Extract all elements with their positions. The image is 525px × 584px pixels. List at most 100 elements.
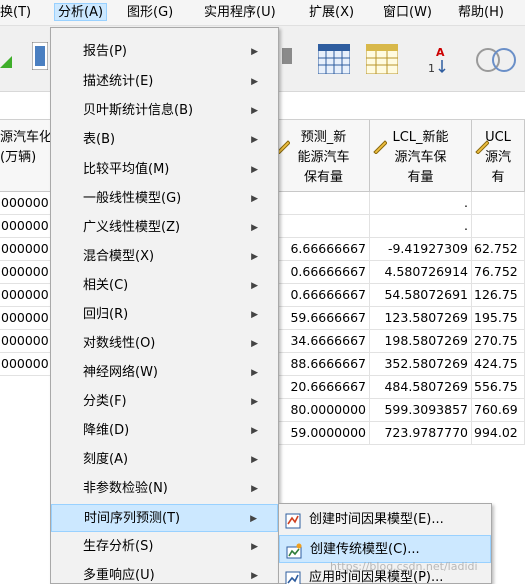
submenu-item-label: 创建时间因果模型(E)... bbox=[309, 512, 444, 527]
menu-item-12[interactable]: 分类(F) ▶ bbox=[51, 388, 278, 416]
table-cell[interactable]: 000000 bbox=[0, 215, 52, 238]
table-cell[interactable]: 000000 bbox=[0, 353, 52, 376]
menu-item-9[interactable]: 回归(R) ▶ bbox=[51, 301, 278, 329]
menu-item-5[interactable]: 一般线性模型(G) ▶ bbox=[51, 185, 278, 213]
menu-item-2[interactable]: 贝叶斯统计信息(B) ▶ bbox=[51, 97, 278, 125]
predicted-cell[interactable]: 0.66666667 bbox=[278, 261, 370, 284]
table-cell[interactable]: 000000 bbox=[0, 307, 52, 330]
menu-graphs[interactable]: 图形(G) bbox=[127, 4, 173, 22]
traditional-model-icon bbox=[286, 542, 302, 559]
lcl-cell[interactable]: 198.5807269 bbox=[370, 330, 472, 353]
predicted-cell[interactable]: 34.6666667 bbox=[278, 330, 370, 353]
menu-item-label: 描述统计(E) bbox=[83, 74, 154, 89]
ucl-cell[interactable] bbox=[472, 192, 525, 215]
menu-item-13[interactable]: 降维(D) ▶ bbox=[51, 417, 278, 445]
lcl-cell[interactable]: 599.3093857 bbox=[370, 399, 472, 422]
submenu-item-0[interactable]: 创建时间因果模型(E)... bbox=[279, 506, 491, 534]
ucl-cell[interactable]: 556.75 bbox=[472, 376, 525, 399]
predicted-cell[interactable]: 6.66666667 bbox=[278, 238, 370, 261]
ucl-cell[interactable]: 126.75 bbox=[472, 284, 525, 307]
lcl-cell[interactable]: -9.41927309 bbox=[370, 238, 472, 261]
lcl-cell[interactable]: 54.58072691 bbox=[370, 284, 472, 307]
menu-transform[interactable]: 换(T) bbox=[0, 4, 31, 22]
submenu-arrow-icon: ▶ bbox=[251, 252, 258, 262]
ucl-cell[interactable]: 270.75 bbox=[472, 330, 525, 353]
predicted-cell[interactable]: 88.6666667 bbox=[278, 353, 370, 376]
menu-item-1[interactable]: 描述统计(E) ▶ bbox=[51, 68, 278, 96]
lcl-cell[interactable]: 123.5807269 bbox=[370, 307, 472, 330]
ucl-cell[interactable]: 424.75 bbox=[472, 353, 525, 376]
menu-item-label: 一般线性模型(G) bbox=[83, 191, 182, 206]
menu-window[interactable]: 窗口(W) bbox=[383, 4, 432, 22]
ucl-cell[interactable]: 994.02 bbox=[472, 422, 525, 445]
menu-item-label: 混合模型(X) bbox=[83, 249, 155, 264]
predicted-cell[interactable] bbox=[278, 192, 370, 215]
menu-item-16[interactable]: 时间序列预测(T) ▶ bbox=[51, 504, 278, 532]
submenu-arrow-icon: ▶ bbox=[251, 194, 258, 204]
grid-table-icon[interactable] bbox=[317, 43, 351, 78]
submenu-arrow-icon: ▶ bbox=[251, 47, 258, 57]
apply-model-icon bbox=[285, 570, 301, 584]
table-cell[interactable]: 000000 bbox=[0, 261, 52, 284]
menu-item-10[interactable]: 对数线性(O) ▶ bbox=[51, 330, 278, 358]
menu-item-3[interactable]: 表(B) ▶ bbox=[51, 126, 278, 154]
predicted-cell[interactable]: 59.0000000 bbox=[278, 422, 370, 445]
lcl-cell[interactable]: 4.580726914 bbox=[370, 261, 472, 284]
menu-analyze[interactable]: 分析(A) bbox=[54, 3, 108, 21]
venn-icon[interactable] bbox=[474, 44, 525, 78]
menu-help[interactable]: 帮助(H) bbox=[458, 4, 504, 22]
lcl-cell[interactable]: . bbox=[370, 215, 472, 238]
table-cell[interactable]: 000000 bbox=[0, 330, 52, 353]
menu-item-0[interactable]: 报告(P) ▶ bbox=[51, 38, 278, 66]
ucl-cell[interactable]: 195.75 bbox=[472, 307, 525, 330]
lcl-cell[interactable]: 723.9787770 bbox=[370, 422, 472, 445]
table-cell[interactable]: 000000 bbox=[0, 192, 52, 215]
predicted-cell[interactable]: 0.66666667 bbox=[278, 284, 370, 307]
data-view-icon[interactable] bbox=[31, 41, 49, 74]
submenu-arrow-icon: ▶ bbox=[251, 542, 258, 552]
submenu-item-1[interactable]: 创建传统模型(C)... bbox=[279, 535, 491, 563]
analyze-dropdown-menu: 报告(P) ▶ 描述统计(E) ▶ 贝叶斯统计信息(B) ▶ 表(B) ▶ 比较平均值(M) ▶ 一… bbox=[50, 27, 279, 584]
predicted-cell[interactable]: 80.0000000 bbox=[278, 399, 370, 422]
column-header-predicted[interactable]: 预测_新 能源汽车 保有量 bbox=[278, 120, 370, 192]
ucl-cell[interactable]: 62.752 bbox=[472, 238, 525, 261]
submenu-arrow-icon: ▶ bbox=[251, 106, 258, 116]
table-cell[interactable]: 000000 bbox=[0, 238, 52, 261]
menu-utilities[interactable]: 实用程序(U) bbox=[204, 4, 276, 22]
ucl-cell[interactable]: 76.752 bbox=[472, 261, 525, 284]
menu-item-7[interactable]: 混合模型(X) ▶ bbox=[51, 243, 278, 271]
predicted-cell[interactable]: 59.6666667 bbox=[278, 307, 370, 330]
menu-item-label: 时间序列预测(T) bbox=[84, 511, 181, 526]
svg-text:1: 1 bbox=[428, 62, 435, 74]
menu-extensions[interactable]: 扩展(X) bbox=[309, 4, 354, 22]
menu-item-17[interactable]: 生存分析(S) ▶ bbox=[51, 533, 278, 561]
menu-item-label: 神经网络(W) bbox=[83, 365, 158, 380]
ucl-cell[interactable] bbox=[472, 215, 525, 238]
submenu-arrow-icon: ▶ bbox=[251, 77, 258, 87]
menu-item-label: 对数线性(O) bbox=[83, 336, 156, 351]
table-cell[interactable]: 000000 bbox=[0, 284, 52, 307]
lcl-cell[interactable]: 352.5807269 bbox=[370, 353, 472, 376]
column-header-vehicles[interactable]: 源汽车化 (万辆) bbox=[0, 120, 52, 192]
menu-item-4[interactable]: 比较平均值(M) ▶ bbox=[51, 156, 278, 184]
ucl-cell[interactable]: 760.69 bbox=[472, 399, 525, 422]
predicted-cell[interactable] bbox=[278, 215, 370, 238]
column-header-label: 源汽车化 (万辆) bbox=[0, 130, 52, 165]
run-icon[interactable] bbox=[282, 44, 294, 72]
split-table-icon[interactable] bbox=[365, 43, 399, 78]
menu-item-14[interactable]: 刻度(A) ▶ bbox=[51, 446, 278, 474]
menu-item-label: 降维(D) bbox=[83, 423, 130, 438]
lcl-cell[interactable]: . bbox=[370, 192, 472, 215]
menu-item-6[interactable]: 广义线性模型(Z) ▶ bbox=[51, 214, 278, 242]
submenu-arrow-icon: ▶ bbox=[251, 339, 258, 349]
watermark: https://blog.csdn.net/ladidi bbox=[330, 560, 478, 573]
menu-item-8[interactable]: 相关(C) ▶ bbox=[51, 272, 278, 300]
submenu-arrow-icon: ▶ bbox=[251, 165, 258, 175]
menu-item-11[interactable]: 神经网络(W) ▶ bbox=[51, 359, 278, 387]
green-arrow-icon[interactable] bbox=[0, 48, 12, 72]
lcl-cell[interactable]: 484.5807269 bbox=[370, 376, 472, 399]
sort-cases-icon[interactable]: A1 bbox=[426, 44, 454, 78]
predicted-cell[interactable]: 20.6666667 bbox=[278, 376, 370, 399]
menu-item-18[interactable]: 多重响应(U) ▶ bbox=[51, 562, 278, 584]
menu-item-15[interactable]: 非参数检验(N) ▶ bbox=[51, 475, 278, 503]
